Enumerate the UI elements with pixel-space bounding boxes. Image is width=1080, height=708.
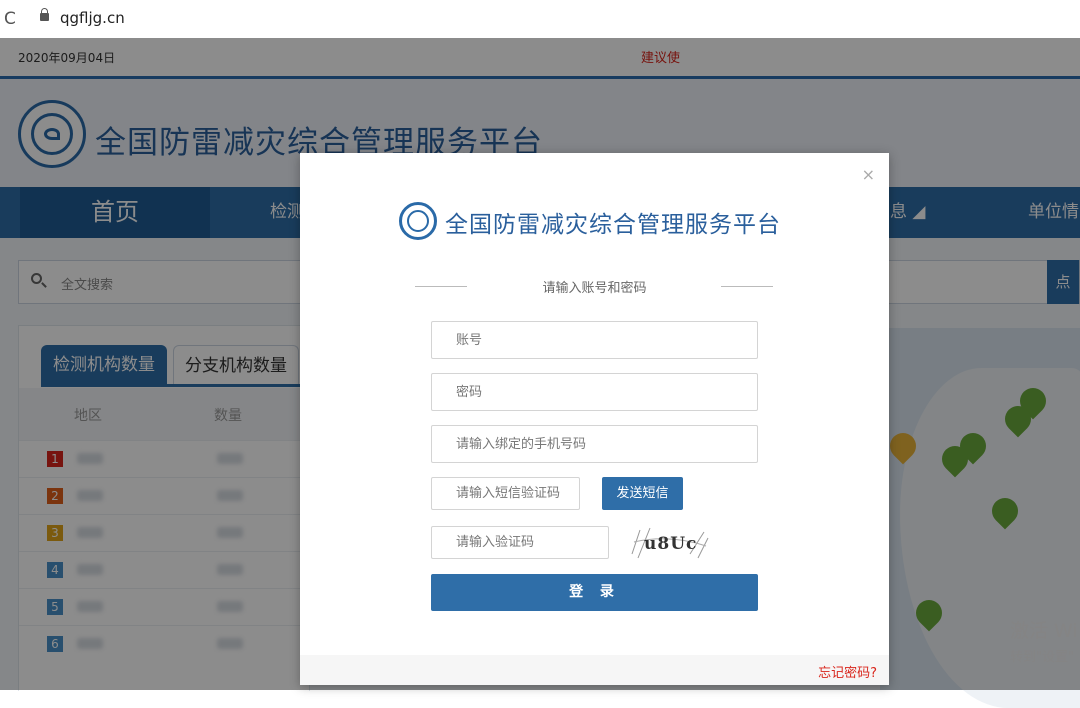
login-button[interactable]: 登 录	[431, 574, 758, 611]
captcha-input[interactable]	[431, 526, 609, 559]
url-text[interactable]: qgfljg.cn	[60, 8, 125, 28]
close-icon[interactable]: ×	[862, 167, 875, 183]
dialog-title: 全国防雷减灾综合管理服务平台	[445, 212, 781, 238]
browser-address-bar: C qgfljg.cn	[0, 0, 1080, 39]
lock-icon[interactable]	[40, 8, 49, 22]
phone-input[interactable]	[431, 425, 758, 463]
meteorological-emblem-icon	[399, 202, 437, 240]
sms-code-input[interactable]	[431, 477, 580, 510]
password-input[interactable]	[431, 373, 758, 411]
login-hint: 请输入账号和密码	[542, 281, 647, 296]
login-dialog: × 全国防雷减灾综合管理服务平台 请输入账号和密码 发送短信 u8Uc 登 录 …	[300, 153, 889, 685]
reload-icon[interactable]: C	[4, 9, 16, 29]
captcha-text: u8Uc	[644, 534, 697, 554]
captcha-image[interactable]: u8Uc	[630, 524, 710, 560]
send-sms-button[interactable]: 发送短信	[602, 477, 683, 510]
dialog-footer: 忘记密码?	[300, 655, 889, 685]
account-input[interactable]	[431, 321, 758, 359]
forgot-password-link[interactable]: 忘记密码?	[818, 662, 877, 681]
divider-right	[721, 286, 773, 287]
